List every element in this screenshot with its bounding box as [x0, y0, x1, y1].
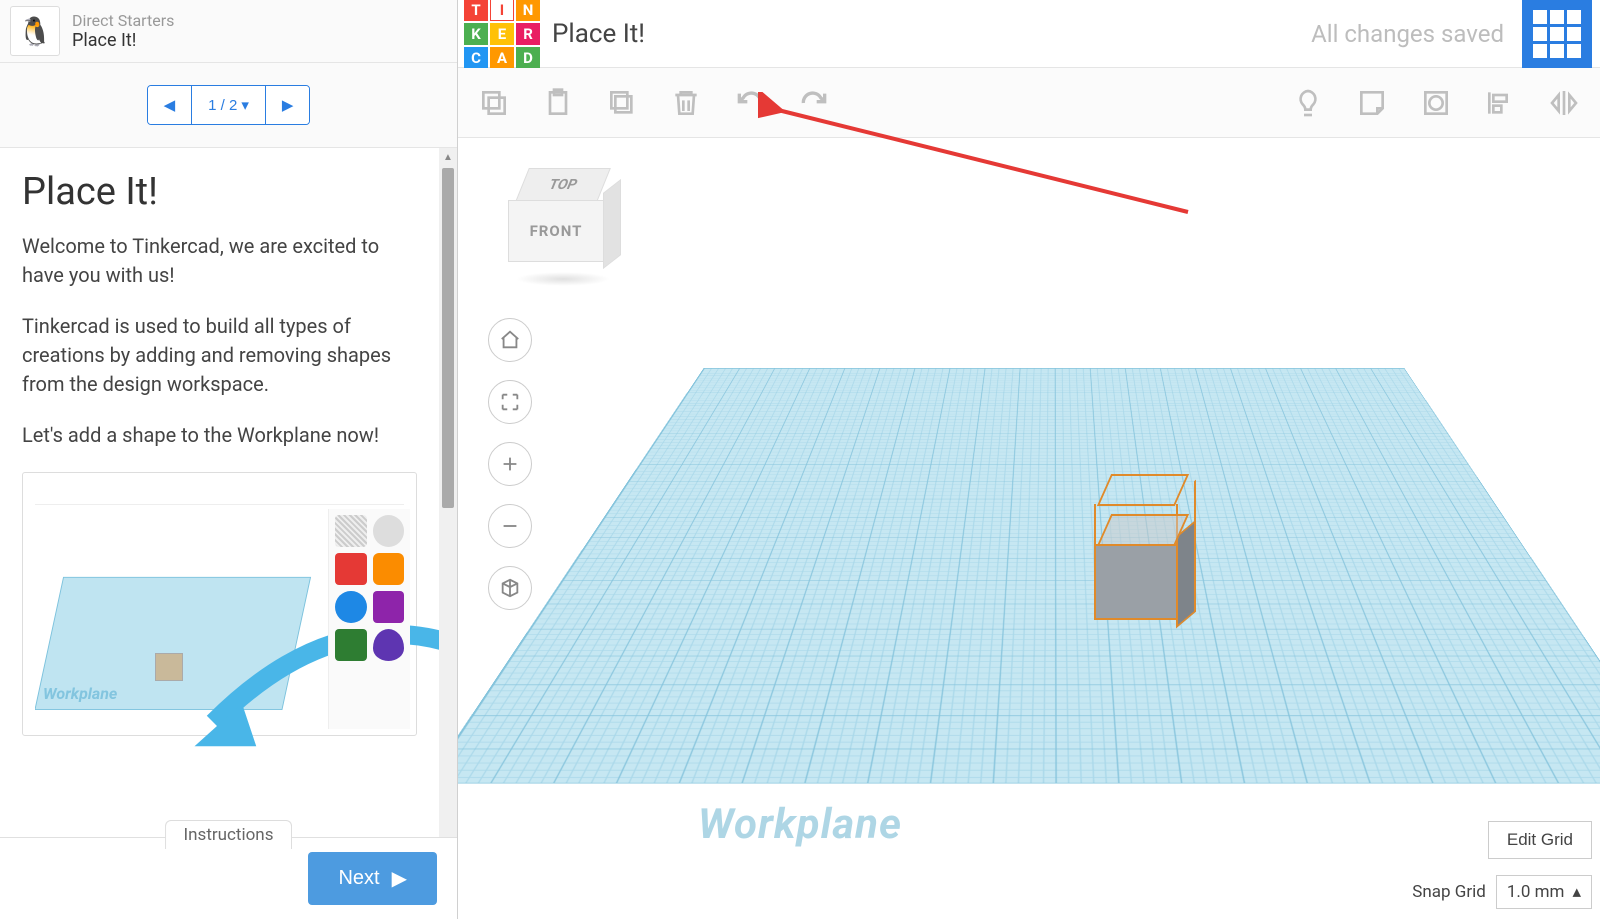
- pager-prev-button[interactable]: ◀: [148, 86, 193, 124]
- bulb-button[interactable]: [1290, 85, 1326, 121]
- home-view-button[interactable]: [488, 318, 532, 362]
- instructions-tab[interactable]: Instructions: [165, 820, 293, 849]
- duplicate-button[interactable]: [604, 85, 640, 121]
- canvas[interactable]: TOP FRONT Workplane Edit Gri: [458, 138, 1600, 919]
- tinkercad-logo[interactable]: TIN KER CAD: [464, 0, 540, 69]
- lesson-panel: 🐧 Direct Starters Place It! ◀ 1 / 2▾ ▶ P…: [0, 0, 458, 919]
- editor-panel: TIN KER CAD Place It! All changes saved: [458, 0, 1600, 919]
- viewcube-side[interactable]: [603, 179, 621, 269]
- thumb-workplane-label: Workplane: [43, 684, 117, 703]
- redo-button[interactable]: [796, 85, 832, 121]
- view-controls: [488, 318, 532, 610]
- step-pager: ◀ 1 / 2▾ ▶: [147, 85, 311, 125]
- pager-page-button[interactable]: 1 / 2▾: [192, 86, 266, 124]
- lesson-category: Direct Starters: [72, 11, 174, 30]
- snap-grid-control: Snap Grid 1.0 mm ▴: [1412, 875, 1592, 909]
- shape-box[interactable]: [1094, 514, 1184, 624]
- viewcube-front[interactable]: FRONT: [508, 200, 604, 262]
- document-title[interactable]: Place It!: [552, 19, 645, 49]
- lesson-thumbnail: Workplane: [22, 472, 417, 736]
- top-bar: TIN KER CAD Place It! All changes saved: [458, 0, 1600, 68]
- snap-grid-label: Snap Grid: [1412, 882, 1486, 902]
- lesson-heading: Place It!: [22, 170, 417, 214]
- caret-down-icon: ▾: [241, 96, 249, 114]
- workplane-label: Workplane: [698, 800, 902, 849]
- scrollbar[interactable]: ▲: [439, 148, 457, 919]
- zoom-out-button[interactable]: [488, 504, 532, 548]
- chevron-right-icon: ▶: [392, 866, 407, 891]
- chevron-left-icon: ◀: [164, 96, 176, 114]
- align-button[interactable]: [1482, 85, 1518, 121]
- lesson-footer: Instructions Next ▶: [0, 837, 457, 919]
- workplane[interactable]: Workplane: [558, 278, 1550, 899]
- lesson-header: 🐧 Direct Starters Place It!: [0, 0, 457, 63]
- toolbar: [458, 68, 1600, 138]
- lesson-paragraph: Welcome to Tinkercad, we are excited to …: [22, 232, 417, 290]
- lesson-paragraph: Tinkercad is used to build all types of …: [22, 312, 417, 399]
- perspective-button[interactable]: [488, 566, 532, 610]
- viewcube-top[interactable]: TOP: [515, 168, 611, 202]
- save-status: All changes saved: [1311, 20, 1504, 48]
- viewcube[interactable]: TOP FRONT: [508, 168, 618, 288]
- shapes-panel-button[interactable]: [1522, 0, 1592, 68]
- lesson-paragraph: Let's add a shape to the Workplane now!: [22, 421, 417, 450]
- hole-button[interactable]: [1418, 85, 1454, 121]
- grid-icon: [1533, 10, 1581, 58]
- paste-button[interactable]: [540, 85, 576, 121]
- lesson-title: Place It!: [72, 30, 174, 51]
- pager-bar: ◀ 1 / 2▾ ▶: [0, 63, 457, 148]
- zoom-in-button[interactable]: [488, 442, 532, 486]
- undo-button[interactable]: [732, 85, 768, 121]
- scrollbar-thumb[interactable]: [442, 168, 454, 508]
- mirror-button[interactable]: [1546, 85, 1582, 121]
- pager-next-button[interactable]: ▶: [266, 86, 310, 124]
- next-button[interactable]: Next ▶: [308, 852, 437, 905]
- caret-up-icon: ▴: [1572, 882, 1581, 902]
- lesson-body: Place It! Welcome to Tinkercad, we are e…: [0, 148, 457, 919]
- scroll-up-icon[interactable]: ▲: [439, 148, 457, 166]
- delete-button[interactable]: [668, 85, 704, 121]
- fit-view-button[interactable]: [488, 380, 532, 424]
- copy-button[interactable]: [476, 85, 512, 121]
- edit-grid-button[interactable]: Edit Grid: [1488, 821, 1592, 859]
- lesson-avatar: 🐧: [10, 6, 60, 56]
- lesson-scroll[interactable]: Place It! Welcome to Tinkercad, we are e…: [0, 148, 439, 919]
- chevron-right-icon: ▶: [282, 96, 294, 114]
- app-root: 🐧 Direct Starters Place It! ◀ 1 / 2▾ ▶ P…: [0, 0, 1600, 919]
- snap-grid-select[interactable]: 1.0 mm ▴: [1496, 875, 1592, 909]
- note-button[interactable]: [1354, 85, 1390, 121]
